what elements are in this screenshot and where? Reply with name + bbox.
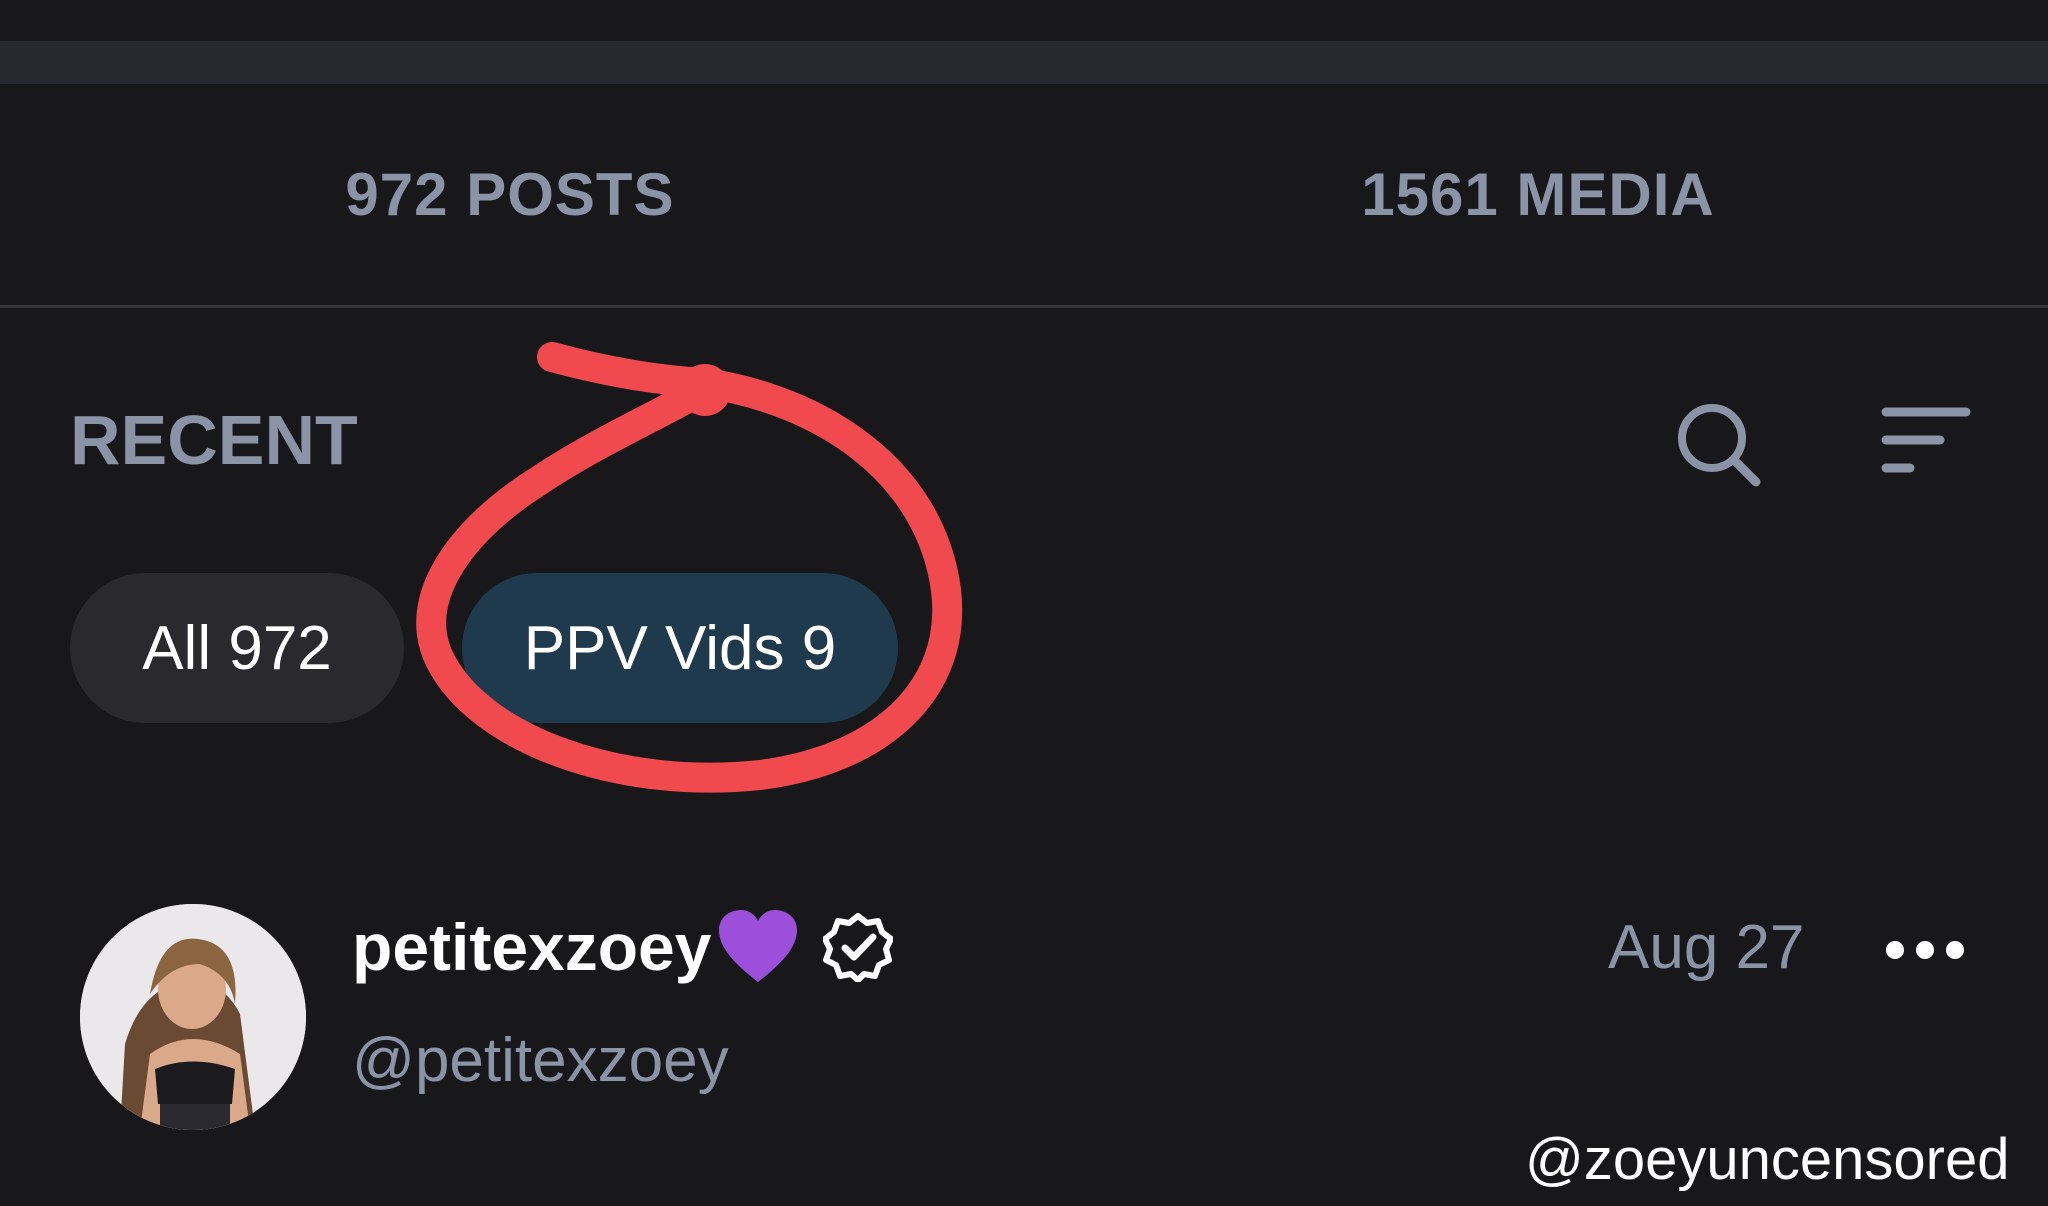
search-icon xyxy=(1678,404,1761,487)
purple-heart-icon xyxy=(715,908,801,986)
author-handle[interactable]: @petitexzoey xyxy=(352,1025,729,1096)
avatar[interactable] xyxy=(80,904,306,1130)
filter-chip-ppv-vids[interactable]: PPV Vids 9 xyxy=(462,573,898,723)
tab-media[interactable]: 1561 MEDIA xyxy=(1028,84,2048,305)
author-display-name: petitexzoey xyxy=(352,910,712,984)
profile-photo xyxy=(80,904,306,1130)
post-author-name[interactable]: petitexzoey xyxy=(352,908,894,986)
post-date: Aug 27 xyxy=(1608,913,1805,982)
top-bar xyxy=(0,41,2048,84)
profile-feed-screen: 972 POSTS 1561 MEDIA RECENT All 972 PPV … xyxy=(0,0,2048,1206)
sort-button[interactable] xyxy=(1880,403,1972,483)
verified-badge-icon xyxy=(823,912,894,982)
divider xyxy=(0,305,2048,308)
profile-stats-tabs: 972 POSTS 1561 MEDIA xyxy=(0,84,2048,305)
filter-chip-all[interactable]: All 972 xyxy=(70,573,404,723)
more-options-button[interactable] xyxy=(1880,920,1970,980)
search-button[interactable] xyxy=(1672,398,1764,490)
sort-icon xyxy=(1881,407,1971,473)
top-strip xyxy=(0,0,2048,41)
more-horizontal-icon xyxy=(1886,941,1964,959)
tab-posts[interactable]: 972 POSTS xyxy=(0,84,1020,305)
watermark: @zoeyuncensored xyxy=(1525,1127,2010,1192)
section-title: RECENT xyxy=(70,401,358,479)
